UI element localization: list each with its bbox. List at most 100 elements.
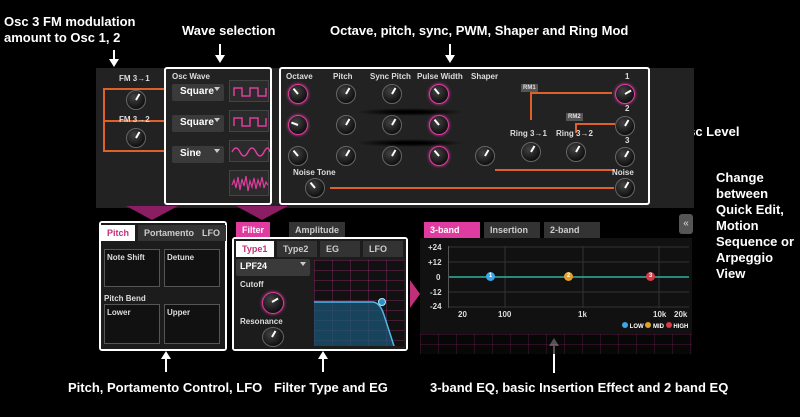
eq-band2-handle[interactable]: 2 — [564, 272, 573, 281]
eq-xtick: 100 — [498, 310, 512, 319]
filter-type-select[interactable]: LPF24 — [236, 259, 310, 276]
osc-params-box — [279, 67, 650, 205]
level3-label: 3 — [625, 136, 630, 145]
detune-label: Detune — [167, 253, 195, 262]
osc1-pw-knob[interactable] — [429, 84, 449, 104]
tab-lfo[interactable]: LFO — [196, 225, 226, 241]
eq-ytick: -24 — [430, 302, 442, 311]
ring32-knob[interactable] — [566, 142, 586, 162]
pitch-annotation-arrow — [165, 358, 167, 372]
note-shift-label: Note Shift — [107, 253, 145, 262]
tab-filter[interactable]: Filter — [236, 222, 271, 238]
pitch-annotation: Pitch, Portamento Control, LFO — [68, 380, 263, 395]
wave-annotation-arrow — [219, 44, 221, 56]
square-wave-preview — [229, 80, 269, 102]
shaper-knob[interactable] — [475, 146, 495, 166]
tab-pitch[interactable]: Pitch — [101, 225, 136, 241]
osc1-sync-pitch-knob[interactable] — [382, 84, 402, 104]
sync-pitch-header: Sync Pitch — [370, 72, 411, 81]
osc1-pitch-knob[interactable] — [336, 84, 356, 104]
sine-wave-preview — [229, 140, 271, 162]
eq-xtick: 20k — [674, 310, 688, 319]
fm32-label: FM 3→2 — [119, 115, 150, 124]
osc2-wave-select[interactable]: Square — [172, 115, 224, 132]
fm31-knob[interactable] — [126, 90, 146, 110]
noise-tone-label: Noise Tone — [293, 168, 336, 177]
fm-route-line — [103, 150, 165, 152]
noise-tone-knob[interactable] — [305, 178, 325, 198]
osc3-wave-select[interactable]: Sine — [172, 146, 224, 163]
view-switch-button[interactable]: « — [679, 214, 693, 234]
change-view-annotation: Change between Quick Edit, Motion Sequen… — [716, 170, 795, 281]
shaper-header: Shaper — [471, 72, 499, 81]
tab-amplitude[interactable]: Amplitude — [289, 222, 345, 238]
filter-annotation: Filter Type and EG — [274, 380, 388, 395]
pitch-header: Pitch — [333, 72, 353, 81]
osc1-octave-knob[interactable] — [288, 84, 308, 104]
pulse-width-header: Pulse Width — [417, 72, 463, 81]
tab-3band[interactable]: 3-band — [424, 222, 480, 238]
fm-annotation-arrow — [113, 50, 115, 60]
ring31-label: Ring 3→1 — [510, 129, 547, 138]
level2-label: 2 — [625, 104, 630, 113]
tab-portamento[interactable]: Portamento — [138, 225, 201, 241]
tab-type1[interactable]: Type1 — [236, 241, 274, 257]
octave-annotation: Octave, pitch, sync, PWM, Shaper and Rin… — [330, 23, 629, 38]
ring-route-line — [530, 92, 532, 120]
eq-annotation: 3-band EQ, basic Insertion Effect and 2 … — [430, 380, 729, 395]
wave-selection-annotation: Wave selection — [182, 23, 276, 38]
filter-annotation-arrow — [322, 358, 324, 372]
ring31-knob[interactable] — [521, 142, 541, 162]
osc3-level-knob[interactable] — [615, 147, 635, 167]
eq-xtick: 20 — [458, 310, 467, 319]
square-wave-preview — [229, 110, 269, 132]
tab-2band[interactable]: 2-band — [544, 222, 600, 238]
noise-route-line — [330, 187, 614, 189]
tab-filter-lfo[interactable]: LFO — [363, 241, 403, 257]
tab-insertion[interactable]: Insertion — [484, 222, 540, 238]
ring-route-line — [575, 123, 615, 125]
ring-route-line — [530, 92, 612, 94]
osc2-pitch-knob[interactable] — [336, 115, 356, 135]
noise-level-label: Noise — [612, 168, 634, 177]
osc3-sync-pitch-knob[interactable] — [382, 146, 402, 166]
fm32-knob[interactable] — [126, 128, 146, 148]
osc2-octave-knob[interactable] — [288, 115, 308, 135]
upper-label: Upper — [167, 308, 191, 317]
osc1-wave-select[interactable]: Square — [172, 84, 224, 101]
osc3-octave-knob[interactable] — [288, 146, 308, 166]
octave-header: Octave — [286, 72, 313, 81]
eq-lower-grid — [420, 334, 692, 354]
octave-annotation-arrow — [449, 44, 451, 56]
pink-indicator — [236, 206, 288, 220]
cutoff-knob[interactable] — [262, 292, 284, 314]
osc2-pw-knob[interactable] — [429, 115, 449, 135]
legend-low-dot — [622, 322, 628, 328]
tab-eg[interactable]: EG — [320, 241, 360, 257]
osc2-level-knob[interactable] — [615, 116, 635, 136]
osc3-pw-knob[interactable] — [429, 146, 449, 166]
eq-ytick: 0 — [436, 273, 441, 282]
fm-amount-annotation: Osc 3 FM modulation amount to Osc 1, 2 — [4, 14, 136, 45]
legend-low: LOW — [629, 324, 644, 330]
lower-label: Lower — [107, 308, 131, 317]
ring-route-line — [495, 169, 615, 171]
eq-band3-handle[interactable]: 3 — [646, 272, 655, 281]
ring32-label: Ring 3→2 — [556, 129, 593, 138]
legend-high-dot — [665, 322, 672, 328]
resonance-knob[interactable] — [262, 327, 284, 347]
tab-type2[interactable]: Type2 — [277, 241, 317, 257]
osc-wave-title: Osc Wave — [172, 72, 210, 81]
osc3-pitch-knob[interactable] — [336, 146, 356, 166]
legend-mid-dot — [645, 322, 652, 328]
chevron-left-icon: « — [683, 218, 689, 229]
osc1-level-knob[interactable] — [615, 84, 635, 104]
fm31-label: FM 3→1 — [119, 74, 150, 83]
eq-ytick: +12 — [428, 258, 442, 267]
eq-band1-handle[interactable]: 1 — [486, 272, 495, 281]
shadow-strip — [355, 108, 465, 116]
pitch-bend-label: Pitch Bend — [104, 294, 146, 303]
eq-ytick: -12 — [430, 288, 442, 297]
osc2-sync-pitch-knob[interactable] — [382, 115, 402, 135]
noise-level-knob[interactable] — [615, 178, 635, 198]
